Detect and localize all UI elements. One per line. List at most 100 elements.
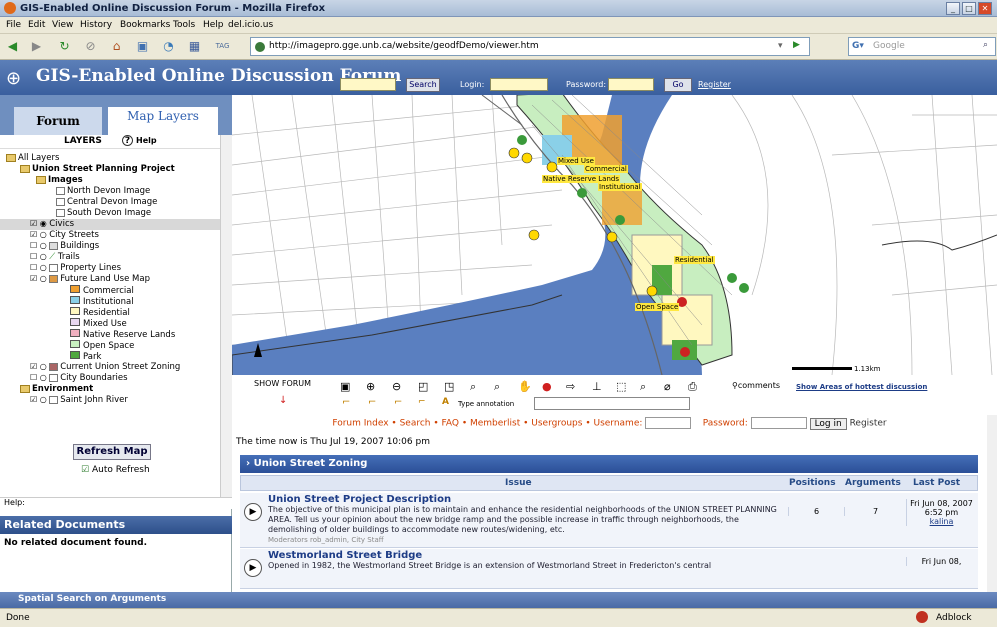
select-icon[interactable]: ⬚ [616, 380, 626, 393]
login-button[interactable]: Log in [809, 417, 847, 430]
stop-icon[interactable]: ⊘ [82, 38, 99, 55]
tree-south-devon[interactable]: South Devon Image [56, 208, 151, 219]
back-icon[interactable]: ◀ [4, 38, 21, 55]
left-scrollbar[interactable] [220, 135, 232, 509]
map-canvas[interactable] [232, 95, 997, 375]
zoom-box-out-icon[interactable]: ⌕ [494, 380, 500, 394]
annotate-point-icon[interactable]: ⌐ [342, 397, 350, 408]
annotate-text-icon[interactable]: A [442, 397, 449, 407]
help-icon[interactable]: ? [122, 135, 133, 146]
forum-index-link[interactable]: Forum Index [332, 419, 388, 429]
annotate-box-icon[interactable]: ⌐ [418, 397, 426, 407]
tree-city-streets[interactable]: ☑ ○ City Streets [30, 230, 99, 241]
zoom-in-icon[interactable]: ⊕ [366, 380, 375, 393]
home-icon[interactable]: ⌂ [108, 38, 125, 55]
measure-icon[interactable]: ⊥ [592, 380, 602, 393]
tree-city-boundaries[interactable]: ☐ ○ City Boundaries [30, 373, 128, 384]
forum-search-link[interactable]: Search [400, 419, 431, 429]
topic-title[interactable]: Westmorland Street Bridge [268, 550, 422, 561]
url-bar[interactable]: http://imagepro.gge.unb.ca/website/geodf… [250, 37, 810, 56]
zoom-next-icon[interactable]: ◳ [444, 380, 454, 393]
menu-view[interactable]: View [52, 20, 73, 30]
forum-scrollbar[interactable] [987, 415, 997, 592]
forward-icon[interactable]: ▶ [28, 38, 45, 55]
tree-property-lines[interactable]: ☐ ○ Property Lines [30, 263, 121, 274]
topic-arrow-icon[interactable]: ▶ [244, 559, 262, 577]
search-input[interactable]: G▾ Google ⌕ [848, 37, 996, 56]
hottest-discussion-link[interactable]: Show Areas of hottest discussion [796, 383, 927, 391]
tree-saint-john-river[interactable]: ☑ ○ Saint John River [30, 395, 128, 406]
auto-refresh-checkbox[interactable]: ☑ Auto Refresh [81, 465, 150, 475]
tab-forum[interactable]: Forum [14, 107, 102, 135]
annotate-line-icon[interactable]: ⌐ [368, 397, 376, 408]
print-icon[interactable]: ⎙ [688, 380, 697, 394]
arrow-down-icon[interactable]: ↓ [279, 395, 287, 406]
menu-help[interactable]: Help [203, 20, 224, 30]
annotate-poly-icon[interactable]: ⌐ [394, 397, 402, 408]
tree-civics[interactable]: ☑ ◉ Civics [0, 219, 220, 230]
tree-current-zoning[interactable]: ☑ ○ Current Union Street Zoning [30, 362, 180, 373]
login-input[interactable] [490, 78, 548, 91]
forum-usergroups-link[interactable]: Usergroups [531, 419, 582, 429]
topic-title[interactable]: Union Street Project Description [268, 494, 451, 505]
adblock-icon[interactable] [916, 611, 928, 623]
menu-edit[interactable]: Edit [28, 20, 45, 30]
show-forum-label[interactable]: SHOW FORUM [254, 379, 311, 388]
dropdown-icon[interactable]: ▾ [778, 41, 783, 51]
search-map-icon[interactable]: ⌕ [640, 380, 646, 394]
forum-faq-link[interactable]: FAQ [442, 419, 459, 429]
register-link[interactable]: Register [698, 80, 731, 89]
tree-trails[interactable]: ☐ ○ ⟋ Trails [30, 252, 80, 263]
clear-icon[interactable]: ⌀ [664, 380, 671, 393]
menu-file[interactable]: File [6, 20, 21, 30]
full-extent-icon[interactable]: ▣ [340, 380, 350, 393]
topic-arrow-icon[interactable]: ▶ [244, 503, 262, 521]
pan-icon[interactable]: ✋ [518, 380, 532, 393]
forum-register-link[interactable]: Register [850, 419, 887, 429]
minimize-button[interactable]: _ [946, 2, 960, 15]
annotation-input[interactable] [534, 397, 690, 410]
go-button[interactable]: Go [664, 78, 692, 92]
spatial-search-bar[interactable]: Spatial Search on Arguments [0, 592, 997, 608]
zoom-box-in-icon[interactable]: ⌕ [470, 380, 476, 394]
tree-project[interactable]: Union Street Planning Project [20, 164, 175, 175]
go-icon[interactable]: ▶ [793, 40, 800, 50]
zoom-previous-icon[interactable]: ◰ [418, 380, 428, 393]
magnifier-icon[interactable]: ⌕ [983, 40, 988, 50]
bookmark-icon[interactable]: ▣ [134, 38, 151, 55]
menu-history[interactable]: History [80, 20, 112, 30]
tree-all-layers[interactable]: All Layers [6, 153, 59, 164]
last-post-user[interactable]: kalina [930, 517, 954, 526]
zoom-out-icon[interactable]: ⊖ [392, 380, 401, 393]
password-input[interactable] [608, 78, 654, 91]
reload-icon[interactable]: ↻ [56, 38, 73, 55]
header-search-input[interactable] [340, 78, 396, 91]
comments-search-icon[interactable]: ⚲comments [732, 381, 780, 390]
save-icon[interactable]: ▦ [186, 38, 203, 55]
tab-map-layers[interactable]: Map Layers [108, 107, 218, 135]
tree-buildings[interactable]: ☐ ○ Buildings [30, 241, 99, 252]
history-icon[interactable]: ◔ [160, 38, 177, 55]
menu-tools[interactable]: Tools [173, 20, 195, 30]
menu-delicious[interactable]: del.icio.us [228, 20, 273, 30]
menu-bookmarks[interactable]: Bookmarks [120, 20, 170, 30]
username-input[interactable] [645, 417, 692, 429]
category-header[interactable]: › Union Street Zoning [240, 455, 978, 473]
help-link[interactable]: Help [136, 136, 157, 145]
maximize-button[interactable]: □ [962, 2, 976, 15]
tree-future-land-use[interactable]: ☑ ○ Future Land Use Map [30, 274, 150, 285]
adblock-label[interactable]: Adblock [936, 613, 972, 623]
forum-password-input[interactable] [750, 417, 807, 429]
tree-images[interactable]: Images [36, 175, 83, 186]
tree-central-devon[interactable]: Central Devon Image [56, 197, 157, 208]
query-icon[interactable]: ⇨ [566, 380, 575, 393]
tree-environment[interactable]: Environment [20, 384, 93, 395]
forum-memberlist-link[interactable]: Memberlist [470, 419, 520, 429]
map-view[interactable]: Mixed Use Commercial Native Reserve Land… [232, 95, 997, 375]
refresh-map-button[interactable]: Refresh Map [73, 444, 151, 460]
tree-north-devon[interactable]: North Devon Image [56, 186, 150, 197]
tag-icon[interactable]: TAG [214, 38, 231, 55]
close-button[interactable]: ✕ [978, 2, 992, 15]
identify-icon[interactable]: ● [542, 380, 552, 393]
header-search-button[interactable]: Search [406, 78, 440, 92]
